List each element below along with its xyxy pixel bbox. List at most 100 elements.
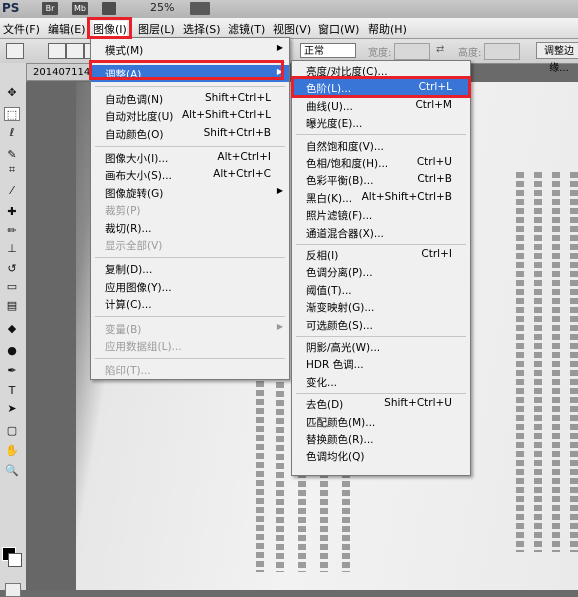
quick-mask-icon[interactable] (5, 583, 21, 597)
menu-item-label: 自动对比度(U) (105, 111, 174, 124)
menu-item-shortcut: Alt+Ctrl+I (217, 151, 271, 163)
menu-item[interactable]: 自动色调(N) Shift+Ctrl+L (91, 90, 289, 107)
blur-tool-icon[interactable]: ◆ (4, 321, 20, 335)
menu-item: 应用数据组(L)... (91, 337, 289, 354)
shape-tool-icon[interactable]: ▢ (4, 423, 20, 437)
menu-item-label: 自动色调(N) (105, 93, 164, 106)
menu-separator (95, 256, 285, 258)
image-menu: 模式(M) ▶ 调整(A) ▶ 自动色调(N) Shift+Ctrl+L 自动对比度(U) A… (90, 37, 290, 380)
menu-item-shortcut: Shift+Ctrl+L (205, 91, 271, 104)
menu-separator (296, 335, 466, 337)
menu-item[interactable]: 渐变映射(G)... (292, 298, 470, 315)
menu-item[interactable]: 去色(D) Shift+Ctrl+U (292, 395, 470, 412)
menu-item[interactable]: 黑白(K)... Alt+Shift+Ctrl+B (292, 189, 470, 206)
menu-help[interactable]: 帮助(H) (368, 21, 407, 37)
menu-item-label: 变量(B) (105, 323, 142, 336)
menu-item-label: 色调均化(Q) (306, 451, 365, 464)
menu-item-label: 去色(D) (306, 399, 344, 412)
document-tab[interactable]: 201407114 (26, 63, 96, 81)
dodge-tool-icon[interactable]: ● (4, 343, 20, 357)
submenu-arrow-icon: ▶ (276, 43, 283, 52)
eyedropper-tool-icon[interactable]: ⁄ (4, 183, 20, 197)
menu-item[interactable]: 反相(I) Ctrl+I (292, 246, 470, 263)
menu-item[interactable]: 自动颜色(O) Shift+Ctrl+B (91, 125, 289, 142)
stamp-tool-icon[interactable]: ⊥ (4, 241, 20, 255)
menu-item-label: 模式(M) (105, 45, 144, 57)
menu-item-label: 自然饱和度(V)... (306, 140, 384, 153)
mini-bridge-icon[interactable]: Mb (72, 2, 88, 15)
menu-item[interactable]: 可选颜色(S)... (292, 316, 470, 333)
menu-view[interactable]: 视图(V) (273, 21, 311, 37)
move-tool-icon[interactable]: ✥ (4, 85, 20, 99)
menu-separator (296, 392, 466, 394)
menu-item[interactable]: 曲线(U)... Ctrl+M (292, 97, 470, 114)
menu-file[interactable]: 文件(F) (3, 21, 40, 37)
menu-item[interactable]: 计算(C)... (91, 295, 289, 312)
quick-select-tool-icon[interactable]: ✎ (4, 147, 20, 161)
lasso-tool-icon[interactable]: ℓ (4, 125, 20, 139)
swap-icon[interactable]: ⇄ (436, 44, 444, 55)
background-color-swatch[interactable] (8, 553, 22, 567)
crop-tool-icon[interactable]: ⌗ (4, 163, 20, 177)
bridge-icon[interactable]: Br (42, 2, 58, 15)
tool-preset-icon[interactable] (6, 43, 24, 59)
healing-brush-tool-icon[interactable]: ✚ (4, 204, 20, 218)
refine-edge-button[interactable]: 调整边缘... (536, 42, 578, 74)
menu-item[interactable]: 色调均化(Q) (292, 447, 470, 464)
menu-item[interactable]: 图像旋转(G) ▶ (91, 184, 289, 201)
menu-item[interactable]: 通道混合器(X)... (292, 224, 470, 241)
type-tool-icon[interactable]: T (4, 383, 20, 397)
arrange-documents-icon[interactable] (190, 2, 210, 15)
height-field[interactable] (484, 43, 520, 60)
menu-item-shortcut: Alt+Shift+Ctrl+L (181, 109, 271, 122)
history-brush-tool-icon[interactable]: ↺ (4, 261, 20, 275)
style-select[interactable]: 正常 (300, 43, 356, 58)
view-extras-icon[interactable] (102, 2, 116, 15)
eraser-tool-icon[interactable]: ▭ (4, 279, 20, 293)
menu-item[interactable]: 照片滤镜(F)... (292, 206, 470, 223)
menu-item[interactable]: 复制(D)... (91, 260, 289, 277)
marquee-tool-icon[interactable]: ⬚ (4, 107, 20, 121)
menu-edit[interactable]: 编辑(E) (48, 21, 86, 37)
menu-item[interactable]: 图像大小(I)... Alt+Ctrl+I (91, 149, 289, 166)
menu-separator (296, 243, 466, 245)
menu-item[interactable]: 应用图像(Y)... (91, 278, 289, 295)
menu-item[interactable]: 色调分离(P)... (292, 263, 470, 280)
hand-tool-icon[interactable]: ✋ (4, 443, 20, 457)
path-select-tool-icon[interactable]: ➤ (4, 401, 20, 415)
menu-item[interactable]: 曝光度(E)... (292, 114, 470, 131)
menu-item[interactable]: 裁切(R)... (91, 219, 289, 236)
menu-item-label: 色彩平衡(B)... (306, 175, 374, 188)
menu-window[interactable]: 窗口(W) (318, 21, 359, 37)
menu-item-label: 反相(I) (306, 250, 339, 262)
new-selection-icon[interactable] (48, 43, 66, 59)
zoom-level[interactable]: 25% (150, 1, 174, 14)
menu-item[interactable]: 模式(M) ▶ (91, 41, 289, 58)
menu-item[interactable]: 色彩平衡(B)... Ctrl+B (292, 171, 470, 188)
menu-item-label: HDR 色调... (306, 359, 364, 372)
menu-item[interactable]: 阈值(T)... (292, 281, 470, 298)
menu-item[interactable]: HDR 色调... (292, 355, 470, 372)
menu-item[interactable]: 自然饱和度(V)... (292, 137, 470, 154)
menu-item-label: 陷印(T)... (105, 365, 151, 378)
menu-item-label: 阴影/高光(W)... (306, 342, 381, 354)
menu-item[interactable]: 色相/饱和度(H)... Ctrl+U (292, 154, 470, 171)
menu-item[interactable]: 替换颜色(R)... (292, 430, 470, 447)
menu-item-label: 图像大小(I)... (105, 153, 169, 165)
add-selection-icon[interactable] (66, 43, 84, 59)
menu-filter[interactable]: 滤镜(T) (228, 21, 265, 37)
menu-item[interactable]: 匹配颜色(M)... (292, 413, 470, 430)
menu-item[interactable]: 阴影/高光(W)... (292, 338, 470, 355)
menu-item-label: 通道混合器(X)... (306, 227, 384, 240)
menu-item[interactable]: 自动对比度(U) Alt+Shift+Ctrl+L (91, 107, 289, 124)
menu-layer[interactable]: 图层(L) (138, 21, 175, 37)
zoom-tool-icon[interactable]: 🔍 (4, 463, 20, 477)
pen-tool-icon[interactable]: ✒ (4, 363, 20, 377)
brush-tool-icon[interactable]: ✏ (4, 223, 20, 237)
menu-item[interactable]: 变化... (292, 373, 470, 390)
gradient-tool-icon[interactable]: ▤ (4, 298, 20, 312)
width-field[interactable] (394, 43, 430, 60)
menu-item-label: 应用图像(Y)... (105, 281, 172, 294)
menu-select[interactable]: 选择(S) (183, 21, 221, 37)
menu-item[interactable]: 画布大小(S)... Alt+Ctrl+C (91, 166, 289, 183)
